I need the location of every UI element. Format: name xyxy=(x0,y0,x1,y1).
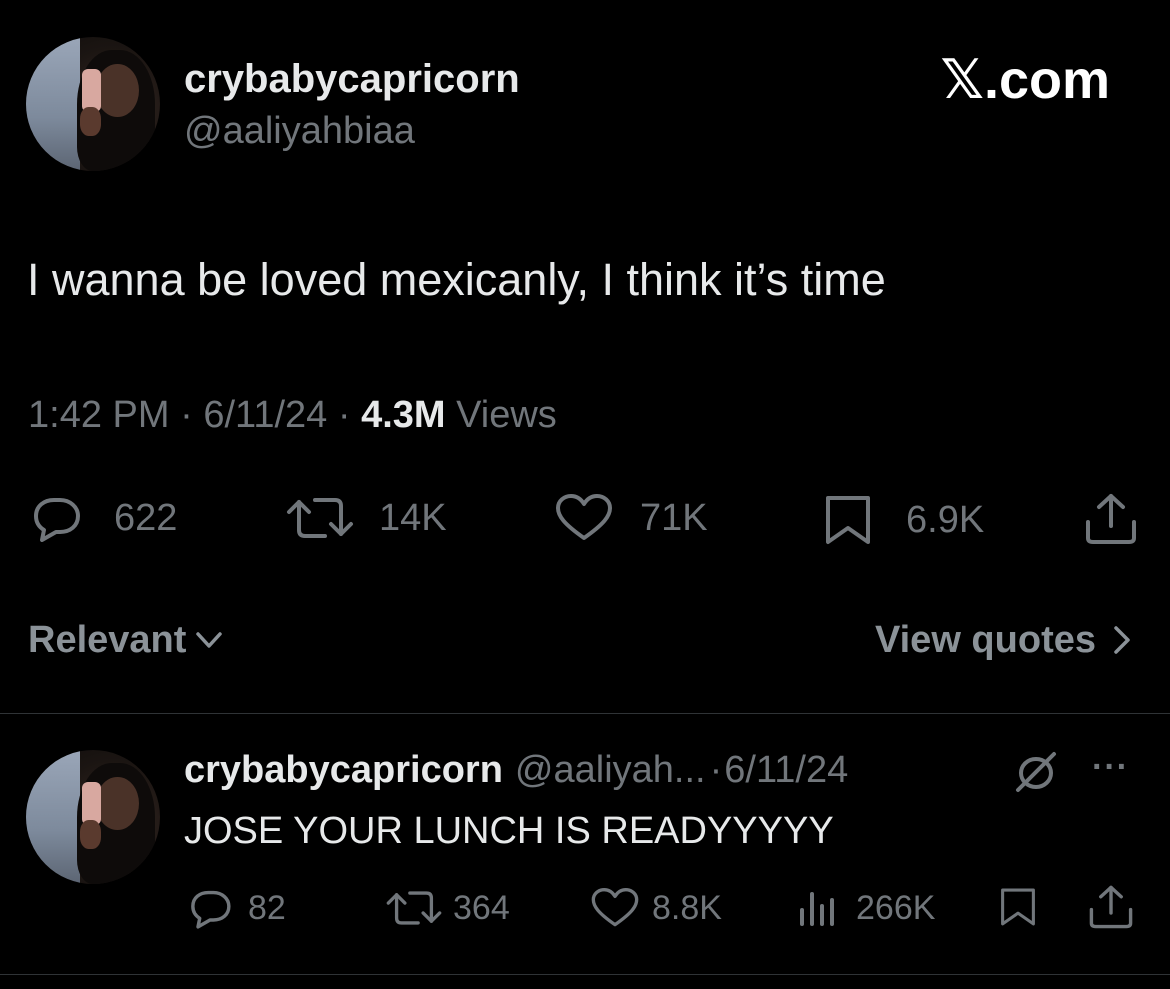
bar-chart-icon xyxy=(796,888,840,928)
reply-action[interactable]: 622 xyxy=(28,494,177,542)
like-count: 71K xyxy=(640,496,708,539)
author-display-name[interactable]: crybabycapricorn xyxy=(184,56,520,102)
reply-repost-count: 364 xyxy=(453,888,510,927)
repost-action[interactable]: 14K xyxy=(285,494,447,542)
sort-label: Relevant xyxy=(28,618,187,661)
reply-like-action[interactable]: 8.8K xyxy=(590,886,722,930)
reply-bubble-icon xyxy=(186,887,234,929)
reply-bookmark-action[interactable] xyxy=(998,884,1038,930)
tweet-time[interactable]: 1:42 PM xyxy=(28,394,170,436)
grok-slash-circle-icon[interactable] xyxy=(1012,750,1060,799)
reply-reply-count: 82 xyxy=(248,888,286,927)
reply-handle[interactable]: @aaliyah... xyxy=(515,749,706,792)
bookmark-count: 6.9K xyxy=(906,498,985,541)
author-avatar[interactable] xyxy=(26,37,160,171)
repost-arrows-icon xyxy=(285,494,355,542)
chevron-down-icon xyxy=(194,628,224,652)
more-options-icon[interactable]: ··· xyxy=(1092,748,1129,787)
reply-count: 622 xyxy=(114,496,178,539)
bookmark-action[interactable]: 6.9K xyxy=(822,494,984,546)
author-handle[interactable]: @aaliyahbiaa xyxy=(184,108,415,154)
sort-dropdown[interactable]: Relevant xyxy=(28,616,224,664)
reply-display-name[interactable]: crybabycapricorn xyxy=(184,749,503,792)
reply-date[interactable]: 6/11/24 xyxy=(724,749,848,792)
reply-views-count: 266K xyxy=(856,888,936,927)
tweet-text: I wanna be loved mexicanly, I think it’s… xyxy=(27,254,886,305)
bottom-divider xyxy=(0,974,1170,975)
heart-icon xyxy=(554,494,614,542)
reply-reply-action[interactable]: 82 xyxy=(186,886,286,930)
view-quotes-link[interactable]: View quotes xyxy=(875,616,1132,664)
views-label: Views xyxy=(456,394,557,436)
x-com-watermark: 𝕏.com xyxy=(940,50,1110,110)
main-tweet: crybabycapricorn @aaliyahbiaa 𝕏.com I wa… xyxy=(0,0,1170,712)
reply-tweet[interactable]: crybabycapricorn @aaliyah... · 6/11/24 ·… xyxy=(0,714,1170,974)
tweet-date[interactable]: 6/11/24 xyxy=(203,394,327,436)
tweet-meta: 1:42 PM · 6/11/24 · 4.3M Views xyxy=(28,393,557,437)
like-action[interactable]: 71K xyxy=(554,494,708,542)
reply-like-count: 8.8K xyxy=(652,888,722,927)
reply-share-action[interactable] xyxy=(1086,884,1136,930)
bookmark-icon xyxy=(998,884,1038,930)
reply-views-action[interactable]: 266K xyxy=(796,886,935,930)
reply-separator: · xyxy=(709,748,723,791)
share-upload-icon xyxy=(1082,492,1140,546)
view-quotes-label: View quotes xyxy=(874,618,1096,661)
share-action[interactable] xyxy=(1082,492,1140,546)
repost-arrows-icon xyxy=(385,888,443,928)
reply-author-avatar[interactable] xyxy=(26,750,160,884)
repost-count: 14K xyxy=(379,496,447,539)
reply-bubble-icon xyxy=(28,494,84,542)
meta-separator: · xyxy=(180,394,193,436)
reply-header: crybabycapricorn @aaliyah... · 6/11/24 xyxy=(184,746,848,794)
reply-repost-action[interactable]: 364 xyxy=(385,886,510,930)
chevron-right-icon xyxy=(1112,624,1132,656)
bookmark-icon xyxy=(822,494,874,546)
reply-text: JOSE YOUR LUNCH IS READYYYYY xyxy=(184,810,834,852)
views-count: 4.3M xyxy=(361,394,446,436)
meta-separator: · xyxy=(337,394,351,436)
heart-icon xyxy=(590,888,640,928)
share-upload-icon xyxy=(1086,884,1136,930)
